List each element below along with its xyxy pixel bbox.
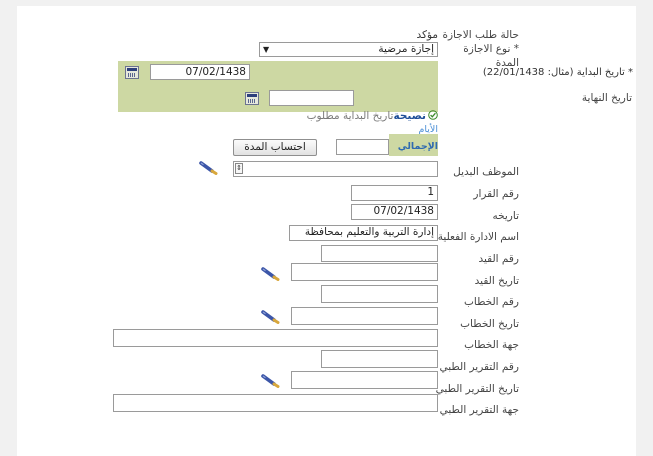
chevron-down-icon: ▼	[263, 45, 270, 54]
letter-number-input[interactable]	[321, 285, 438, 303]
medical-report-number-label: رقم التقرير الطبي	[439, 361, 519, 373]
decision-date-label: تاريخه	[492, 210, 519, 222]
calculate-duration-button[interactable]: احتساب المدة	[233, 139, 317, 156]
decision-number-label: رقم القرار	[473, 188, 519, 200]
request-status-label: حالة طلب الاجازة	[442, 29, 519, 41]
hint-text: تاريخ البداية مطلوب	[306, 110, 394, 122]
decision-date-input[interactable]: 07/02/1438	[351, 204, 438, 220]
leave-request-form: حالة طلب الاجازة مؤكد * نوع الاجازة إجاز…	[17, 6, 636, 456]
letter-authority-input[interactable]	[113, 329, 438, 347]
medical-report-authority-input[interactable]	[113, 394, 438, 412]
hint-title: نصيحة	[393, 110, 426, 122]
pen-icon[interactable]	[199, 161, 219, 175]
substitute-employee-input[interactable]	[233, 161, 438, 177]
request-status-value: مؤكد	[416, 29, 438, 41]
total-label: الإجمالي	[397, 141, 438, 152]
department-name-input[interactable]: إدارة التربية والتعليم بمحافظة	[289, 225, 438, 241]
letter-date-label: تاريخ الخطاب	[460, 318, 519, 330]
pen-icon[interactable]	[261, 310, 281, 324]
department-name-label: اسم الادارة الفعلية	[437, 231, 519, 243]
medical-report-date-label: تاريخ التقرير الطبي	[435, 383, 519, 395]
start-date-label: * تاريخ البداية (مثال: 22/01/1438)	[482, 67, 633, 78]
start-date-hint: نصيحةتاريخ البداية مطلوب	[307, 110, 438, 122]
letter-date-input[interactable]	[291, 307, 438, 325]
letter-authority-label: جهة الخطاب	[464, 339, 519, 351]
end-date-label: تاريخ النهاية	[581, 92, 632, 104]
start-date-input[interactable]: 07/02/1438	[150, 64, 250, 80]
pen-icon[interactable]	[261, 374, 281, 388]
medical-report-date-input[interactable]	[291, 371, 438, 389]
decision-number-input[interactable]: 1	[351, 185, 438, 201]
pen-icon[interactable]	[261, 267, 281, 281]
total-input[interactable]	[336, 139, 389, 155]
leave-type-selected: إجازة مرضية	[378, 43, 434, 55]
registration-date-input[interactable]	[291, 263, 438, 281]
leave-type-label: * نوع الاجازة	[463, 43, 519, 55]
substitute-employee-label: الموظف البديل	[453, 166, 519, 178]
calendar-icon[interactable]	[125, 66, 139, 79]
medical-report-number-input[interactable]	[321, 350, 438, 368]
calendar-icon[interactable]	[245, 92, 259, 105]
list-picker-icon[interactable]: ⇕	[235, 163, 243, 174]
letter-number-label: رقم الخطاب	[463, 296, 519, 308]
registration-date-label: تاريخ القيد	[474, 275, 519, 287]
registration-number-label: رقم القيد	[478, 253, 519, 265]
check-icon	[428, 110, 438, 120]
medical-report-authority-label: جهة التقرير الطبي	[439, 404, 519, 416]
end-date-input[interactable]	[269, 90, 354, 106]
leave-type-select[interactable]: إجازة مرضية ▼	[259, 42, 438, 57]
registration-number-input[interactable]	[321, 245, 438, 262]
